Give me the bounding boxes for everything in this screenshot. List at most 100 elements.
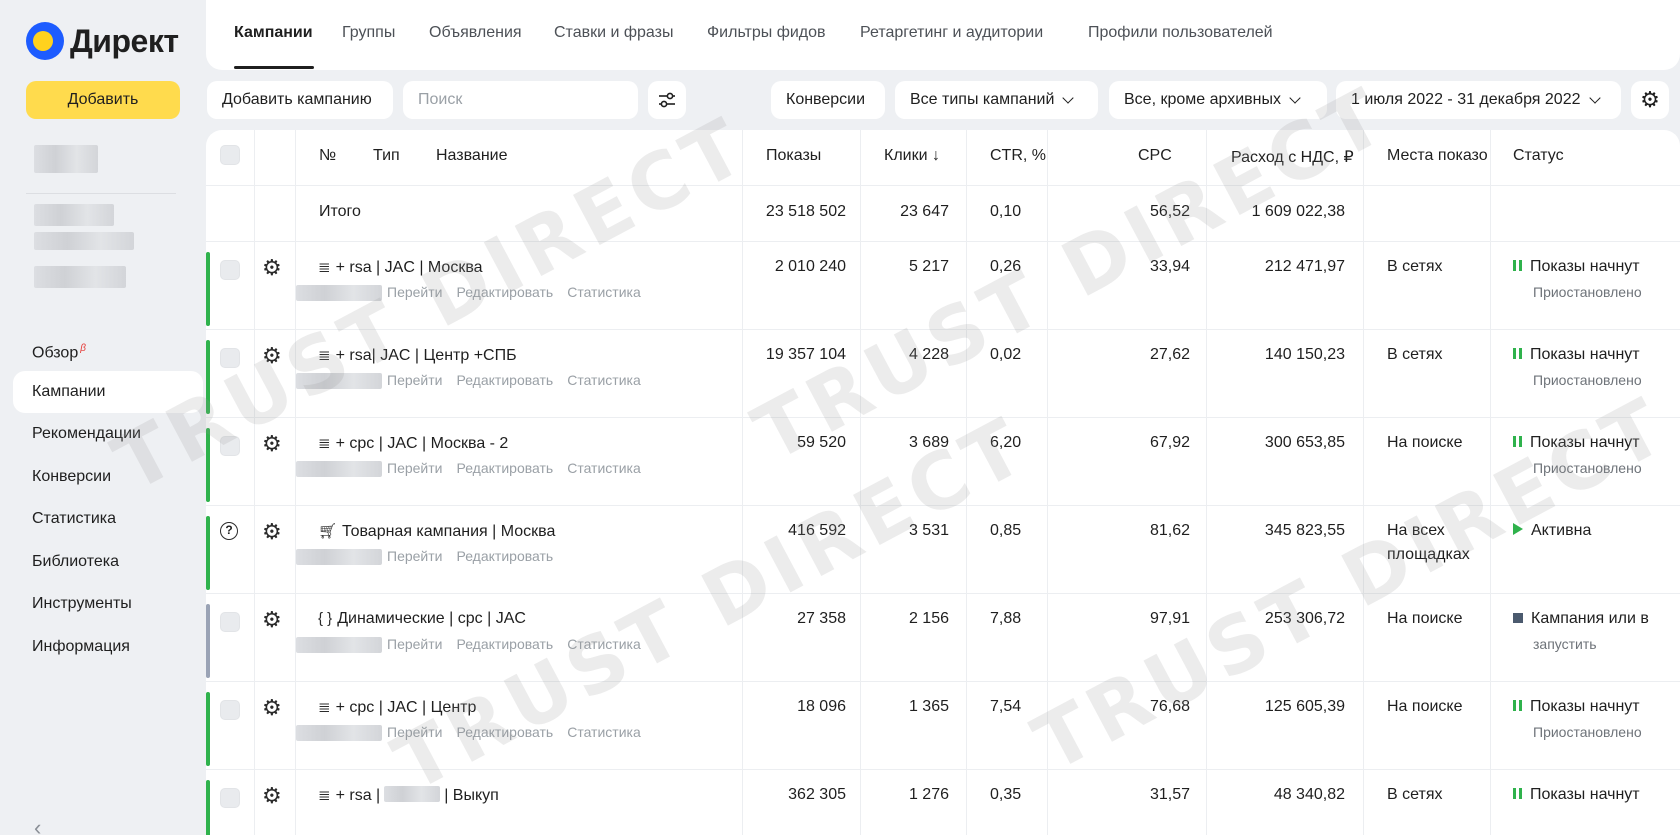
filter-settings-button[interactable]: [648, 81, 686, 119]
sidebar-item-5[interactable]: Библиотека: [13, 541, 203, 584]
row-link-0[interactable]: Перейти: [387, 284, 442, 300]
name-blurred: [384, 786, 441, 802]
campaign-name[interactable]: { } Динамические | cpc | JAC: [318, 610, 526, 628]
account-info-blurred: [34, 204, 114, 226]
row-link-2[interactable]: Статистика: [567, 724, 641, 740]
campaign-types-dropdown[interactable]: Все типы кампаний: [895, 81, 1098, 119]
status-value[interactable]: Показы начнут: [1513, 346, 1680, 364]
campaign-name[interactable]: ≣ + cpc | JAC | Центр: [318, 698, 476, 717]
tab-groups[interactable]: Группы: [342, 24, 395, 42]
conversions-button[interactable]: Конверсии: [771, 81, 885, 119]
row-checkbox[interactable]: [220, 348, 240, 368]
search-input[interactable]: Поиск: [403, 81, 638, 119]
header-ctr[interactable]: CTR, %: [990, 147, 1046, 165]
table-row[interactable]: ⚙ ≣ + rsa | | Выкуп 362 305 1 276 0,35 31,57 48 …: [206, 770, 1680, 835]
row-link-0[interactable]: Перейти: [387, 372, 442, 388]
help-icon[interactable]: ?: [220, 522, 238, 540]
account-avatar-blurred[interactable]: [34, 145, 98, 173]
row-checkbox[interactable]: [220, 260, 240, 280]
tab-user-profiles[interactable]: Профили пользователей: [1088, 24, 1273, 42]
row-settings-gear-icon[interactable]: ⚙: [262, 257, 282, 279]
table-row[interactable]: ? ⚙ 🛒︎ Товарная кампания | Москва Перейти Ред…: [206, 506, 1680, 594]
pause-status-icon: [1513, 788, 1522, 799]
add-button[interactable]: Добавить: [26, 81, 180, 119]
row-link-2[interactable]: Статистика: [567, 460, 641, 476]
row-checkbox[interactable]: [220, 788, 240, 808]
date-range-picker[interactable]: 1 июля 2022 - 31 декабря 2022: [1336, 81, 1621, 119]
header-name[interactable]: Название: [436, 147, 508, 165]
table-row[interactable]: ⚙ ≣ + rsa | JAC | Москва Перейти Редактирова…: [206, 242, 1680, 330]
table-row[interactable]: ⚙ ≣ + cpc | JAC | Москва - 2 Перейти Редакти…: [206, 418, 1680, 506]
header-clicks[interactable]: Клики ↓: [884, 147, 940, 165]
archive-filter-dropdown[interactable]: Все, кроме архивных: [1109, 81, 1327, 119]
row-link-1[interactable]: Редактировать: [456, 284, 553, 300]
header-cpc[interactable]: CPC: [1138, 147, 1172, 165]
logo[interactable]: Директ: [26, 22, 179, 60]
tab-campaigns[interactable]: Кампании: [234, 24, 313, 42]
row-settings-gear-icon[interactable]: ⚙: [262, 609, 282, 631]
status-value[interactable]: Показы начнут: [1513, 786, 1680, 804]
select-all-checkbox[interactable]: [220, 145, 240, 165]
logo-text: Директ: [70, 22, 179, 59]
sidebar-item-6[interactable]: Инструменты: [13, 583, 203, 626]
row-link-2[interactable]: Статистика: [567, 284, 641, 300]
add-campaign-button[interactable]: Добавить кампанию: [207, 81, 393, 119]
spend-value: 48 340,82: [1273, 786, 1345, 803]
row-link-2[interactable]: Статистика: [567, 372, 641, 388]
header-impressions[interactable]: Показы: [766, 147, 821, 165]
row-link-1[interactable]: Редактировать: [456, 724, 553, 740]
status-value[interactable]: Кампания или в: [1513, 610, 1680, 628]
sidebar-item-7[interactable]: Информация: [13, 626, 203, 669]
table-row[interactable]: ⚙ ≣ + cpc | JAC | Центр Перейти Редактироват…: [206, 682, 1680, 770]
sidebar-item-1[interactable]: Кампании: [13, 370, 203, 413]
spend-value: 345 823,55: [1264, 522, 1345, 539]
row-settings-gear-icon[interactable]: ⚙: [262, 697, 282, 719]
table-row[interactable]: ⚙ { } Динамические | cpc | JAC Перейти Редак…: [206, 594, 1680, 682]
tab-ads[interactable]: Объявления: [429, 24, 522, 42]
tab-retargeting[interactable]: Ретаргетинг и аудитории: [860, 24, 1043, 42]
row-settings-gear-icon[interactable]: ⚙: [262, 521, 282, 543]
cart-icon: 🛒︎: [318, 523, 338, 540]
header-placements[interactable]: Места показо: [1387, 147, 1487, 165]
header-spend[interactable]: Расход с НДС, ₽: [1231, 147, 1354, 167]
row-settings-gear-icon[interactable]: ⚙: [262, 345, 282, 367]
row-link-0[interactable]: Перейти: [387, 724, 442, 740]
row-checkbox[interactable]: [220, 436, 240, 456]
status-subtext: Приостановлено: [1533, 372, 1642, 388]
row-link-0[interactable]: Перейти: [387, 460, 442, 476]
sidebar-item-2[interactable]: Рекомендации: [13, 413, 203, 456]
totals-spend: 1 609 022,38: [1251, 203, 1345, 220]
pause-status-icon: [1513, 260, 1522, 271]
row-settings-gear-icon[interactable]: ⚙: [262, 433, 282, 455]
status-value[interactable]: Показы начнут: [1513, 258, 1680, 276]
status-value[interactable]: Показы начнут: [1513, 698, 1680, 716]
row-link-1[interactable]: Редактировать: [456, 372, 553, 388]
sidebar-item-4[interactable]: Статистика: [13, 498, 203, 541]
row-checkbox[interactable]: [220, 700, 240, 720]
campaign-name[interactable]: ≣ + cpc | JAC | Москва - 2: [318, 434, 508, 453]
sidebar-item-3[interactable]: Конверсии: [13, 456, 203, 499]
row-checkbox[interactable]: [220, 612, 240, 632]
campaign-name[interactable]: ≣ + rsa | | Выкуп: [318, 786, 499, 805]
row-link-1[interactable]: Редактировать: [456, 460, 553, 476]
header-number[interactable]: №: [319, 147, 336, 165]
sidebar-item-0[interactable]: Обзор β: [13, 328, 203, 371]
row-link-1[interactable]: Редактировать: [456, 548, 553, 564]
campaign-name[interactable]: 🛒︎ Товарная кампания | Москва: [318, 522, 555, 541]
status-value[interactable]: Показы начнут: [1513, 434, 1680, 452]
table-row[interactable]: ⚙ ≣ + rsa| JAC | Центр +СПБ Перейти Редактир…: [206, 330, 1680, 418]
header-status[interactable]: Статус: [1513, 147, 1564, 165]
campaign-name[interactable]: ≣ + rsa| JAC | Центр +СПБ: [318, 346, 517, 365]
row-link-0[interactable]: Перейти: [387, 636, 442, 652]
header-type[interactable]: Тип: [373, 147, 400, 165]
tab-bids-phrases[interactable]: Ставки и фразы: [554, 24, 673, 42]
collapse-sidebar-icon[interactable]: ‹: [34, 815, 41, 835]
campaign-name[interactable]: ≣ + rsa | JAC | Москва: [318, 258, 483, 277]
status-value[interactable]: Активна: [1513, 522, 1680, 540]
row-link-1[interactable]: Редактировать: [456, 636, 553, 652]
row-link-0[interactable]: Перейти: [387, 548, 442, 564]
row-link-2[interactable]: Статистика: [567, 636, 641, 652]
table-settings-button[interactable]: ⚙: [1631, 81, 1669, 119]
row-settings-gear-icon[interactable]: ⚙: [262, 785, 282, 807]
tab-feed-filters[interactable]: Фильтры фидов: [707, 24, 826, 42]
